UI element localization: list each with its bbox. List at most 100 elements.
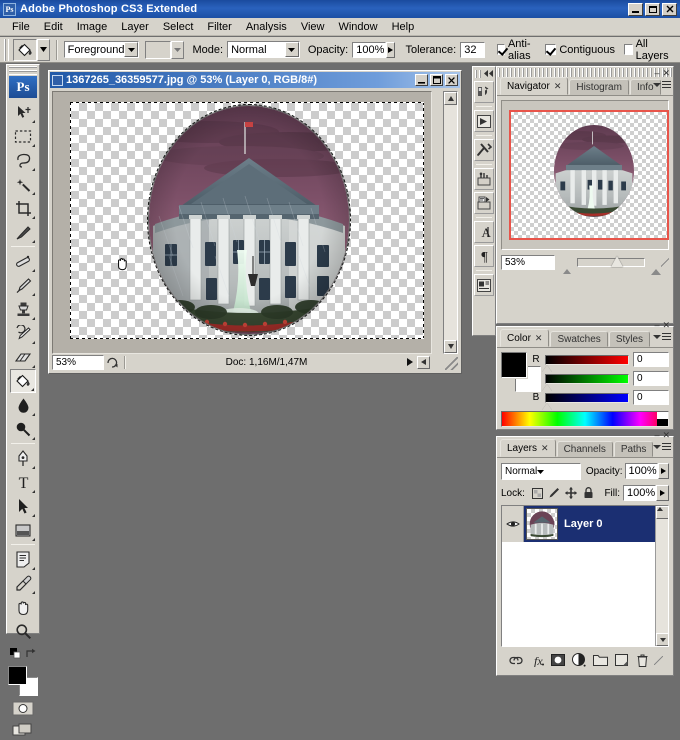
navigator-view-box[interactable] [509, 110, 669, 240]
tool-marquee[interactable] [10, 124, 36, 148]
tab-histogram[interactable]: Histogram [569, 79, 629, 95]
dock-item-layer-comps[interactable] [474, 274, 494, 296]
dock-strip-grip[interactable] [474, 68, 494, 79]
tool-preset-chevron-icon[interactable] [36, 38, 50, 61]
layer-style-icon[interactable]: fx [528, 651, 546, 669]
collapse-dock-icon[interactable] [484, 68, 493, 80]
new-layer-icon[interactable] [612, 651, 630, 669]
navigator-resize-grip[interactable] [660, 258, 670, 267]
color-close-icon[interactable]: ✕ [662, 320, 670, 331]
channel-slider-r[interactable] [542, 354, 629, 372]
navigator-zoom-input[interactable]: 53% [501, 255, 555, 270]
screen-mode-toggle[interactable] [10, 720, 36, 740]
tab-navigator-close-icon[interactable]: ✕ [554, 81, 562, 92]
tab-paths[interactable]: Paths [613, 441, 654, 457]
layer-blend-mode-select[interactable]: Normal [501, 462, 581, 480]
tool-blur[interactable] [10, 393, 36, 417]
adjustment-layer-icon[interactable] [570, 651, 588, 669]
color-panel-foreground-swatch[interactable] [500, 351, 528, 379]
fill-source-select[interactable]: Foreground [63, 41, 140, 58]
dock-item-clone-source[interactable] [474, 192, 494, 214]
scroll-down-button[interactable] [444, 340, 457, 353]
app-close-button[interactable] [662, 2, 677, 16]
tool-preset-picker[interactable] [12, 38, 50, 61]
blend-mode-select[interactable]: Normal [227, 41, 300, 58]
menu-layer[interactable]: Layer [114, 20, 156, 34]
opacity-stepper[interactable] [386, 41, 396, 58]
dock-item-tools[interactable] [474, 168, 494, 190]
layer-thumbnail[interactable] [526, 508, 558, 540]
tool-paint-bucket[interactable] [10, 369, 36, 393]
channel-slider-thumb-r[interactable] [542, 364, 552, 372]
contiguous-checkbox[interactable]: Contiguous [545, 44, 615, 56]
layer-row-layer-0[interactable]: Layer 0 [502, 506, 668, 542]
quick-mask-toggle[interactable] [10, 698, 36, 718]
tool-history-brush[interactable] [10, 321, 36, 345]
menu-select[interactable]: Select [156, 20, 201, 34]
menu-help[interactable]: Help [385, 20, 422, 34]
document-title-bar[interactable]: 1367265_36359577.jpg @ 53% (Layer 0, RGB… [50, 72, 460, 88]
tab-styles[interactable]: Styles [608, 331, 651, 347]
layers-list-scrollbar[interactable] [655, 506, 668, 646]
default-colors-icon[interactable] [9, 648, 21, 662]
options-bar-grip[interactable] [4, 38, 9, 61]
tool-crop[interactable] [10, 196, 36, 220]
navigator-close-icon[interactable]: ✕ [662, 68, 670, 79]
layer-visibility-toggle[interactable] [502, 506, 524, 542]
zoom-out-icon[interactable] [562, 256, 571, 274]
layer-opacity-input[interactable]: 100% [624, 463, 658, 479]
tool-notes[interactable] [10, 547, 36, 571]
menu-analysis[interactable]: Analysis [239, 20, 294, 34]
tab-layers[interactable]: Layers ✕ [500, 439, 556, 457]
canvas-vertical-scrollbar[interactable] [443, 91, 458, 354]
tolerance-input[interactable]: 32 [460, 41, 486, 58]
channel-slider-b[interactable] [542, 392, 629, 410]
layers-list[interactable]: Layer 0 [501, 505, 669, 647]
foreground-background-colors[interactable] [8, 666, 38, 696]
spectrum-black-white-swatch[interactable] [657, 412, 668, 426]
menu-file[interactable]: File [5, 20, 37, 34]
lock-transparency-icon[interactable] [531, 487, 544, 500]
blend-mode-chevron-icon[interactable] [284, 42, 299, 57]
tab-layers-close-icon[interactable]: ✕ [541, 443, 549, 454]
lock-all-icon[interactable] [582, 487, 595, 500]
tool-zoom[interactable] [10, 619, 36, 643]
scroll-left-button[interactable] [417, 355, 430, 369]
channel-slider-thumb-g[interactable] [542, 383, 552, 391]
lock-position-icon[interactable] [565, 487, 578, 500]
tab-color[interactable]: Color ✕ [500, 329, 550, 347]
tool-path-selection[interactable] [10, 494, 36, 518]
layer-mask-icon[interactable] [549, 651, 567, 669]
tool-eraser[interactable] [10, 345, 36, 369]
app-maximize-button[interactable] [645, 2, 660, 16]
tool-move[interactable] [10, 100, 36, 124]
tab-navigator[interactable]: Navigator ✕ [500, 77, 569, 95]
tool-lasso[interactable] [10, 148, 36, 172]
navigator-minimize-icon[interactable]: – [654, 68, 659, 79]
document-resize-grip[interactable] [445, 357, 458, 370]
layer-fill-stepper[interactable] [656, 485, 669, 501]
document-close-button[interactable] [445, 74, 458, 86]
document-maximize-button[interactable] [430, 74, 443, 86]
dock-item-tool-presets[interactable] [474, 81, 494, 103]
tool-slice[interactable] [10, 220, 36, 244]
tool-eyedropper[interactable] [10, 571, 36, 595]
tab-channels[interactable]: Channels [556, 441, 613, 457]
app-minimize-button[interactable] [628, 2, 643, 16]
pattern-picker[interactable] [145, 40, 185, 59]
dock-item-paragraph[interactable]: ¶ [474, 245, 494, 267]
layer-fill-input[interactable]: 100% [623, 485, 656, 501]
color-panel-menu-button[interactable] [653, 333, 671, 340]
channel-input-g[interactable]: 0 [633, 371, 669, 386]
channel-slider-g[interactable] [542, 373, 629, 391]
layers-panel-menu-button[interactable] [653, 443, 671, 450]
layers-close-icon[interactable]: ✕ [662, 430, 670, 441]
antialias-checkbox[interactable]: Anti-alias [497, 38, 536, 62]
menu-image[interactable]: Image [70, 20, 115, 34]
layer-opacity-stepper[interactable] [657, 463, 669, 479]
opacity-input[interactable]: 100% [352, 41, 387, 58]
pattern-chevron-icon[interactable] [171, 40, 185, 59]
menu-edit[interactable]: Edit [37, 20, 70, 34]
menu-window[interactable]: Window [331, 20, 384, 34]
navigator-panel-grip[interactable] [498, 68, 672, 77]
